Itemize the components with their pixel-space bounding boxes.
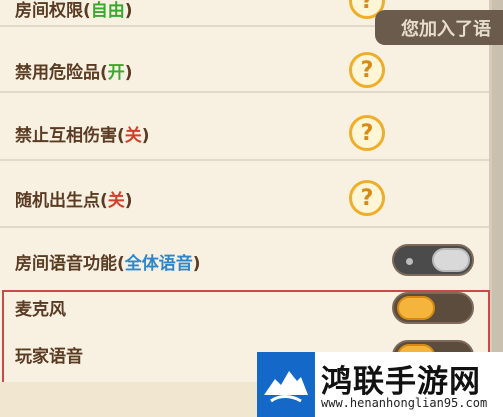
join-toast: 您加入了语 [375,10,503,45]
setting-row-microphone: 麦克风 [0,290,489,336]
room-permission-label: 房间权限(自由) [15,1,133,21]
watermark-logo-icon [257,352,315,417]
setting-row-room-voice: 房间语音功能(全体语音) [0,228,489,290]
room-permission-value: 自由 [90,1,125,21]
room-voice-label: 房间语音功能(全体语音) [15,254,201,274]
room-voice-value: 全体语音 [124,254,193,274]
toggle-off-dot-icon [406,258,413,265]
random-spawn-label: 随机出生点(关) [15,191,133,211]
player-voice-label: 玩家语音 [15,347,83,367]
random-spawn-value: 关 [107,191,125,211]
watermark: 鸿联手游网 www.henanhonglian95.com [257,352,503,417]
no-mutual-damage-value: 关 [124,126,142,146]
watermark-url: www.henanhonglian95.com [321,396,488,410]
toggle-knob [397,296,435,320]
microphone-label: 麦克风 [15,300,66,320]
room-voice-toggle[interactable] [392,244,474,276]
ban-hazardous-help-icon[interactable]: ? [349,52,385,88]
setting-row-no-mutual-damage: 禁止互相伤害(关) ? [0,93,489,161]
ban-hazardous-label: 禁用危险品(开) [15,63,133,83]
setting-row-random-spawn: 随机出生点(关) ? [0,161,489,228]
microphone-toggle[interactable] [392,292,474,324]
random-spawn-help-icon[interactable]: ? [349,180,385,216]
toggle-knob [432,248,470,272]
watermark-name: 鸿联手游网 [321,364,481,400]
no-mutual-damage-help-icon[interactable]: ? [349,115,385,151]
ban-hazardous-value: 开 [107,63,125,83]
no-mutual-damage-label: 禁止互相伤害(关) [15,126,150,146]
